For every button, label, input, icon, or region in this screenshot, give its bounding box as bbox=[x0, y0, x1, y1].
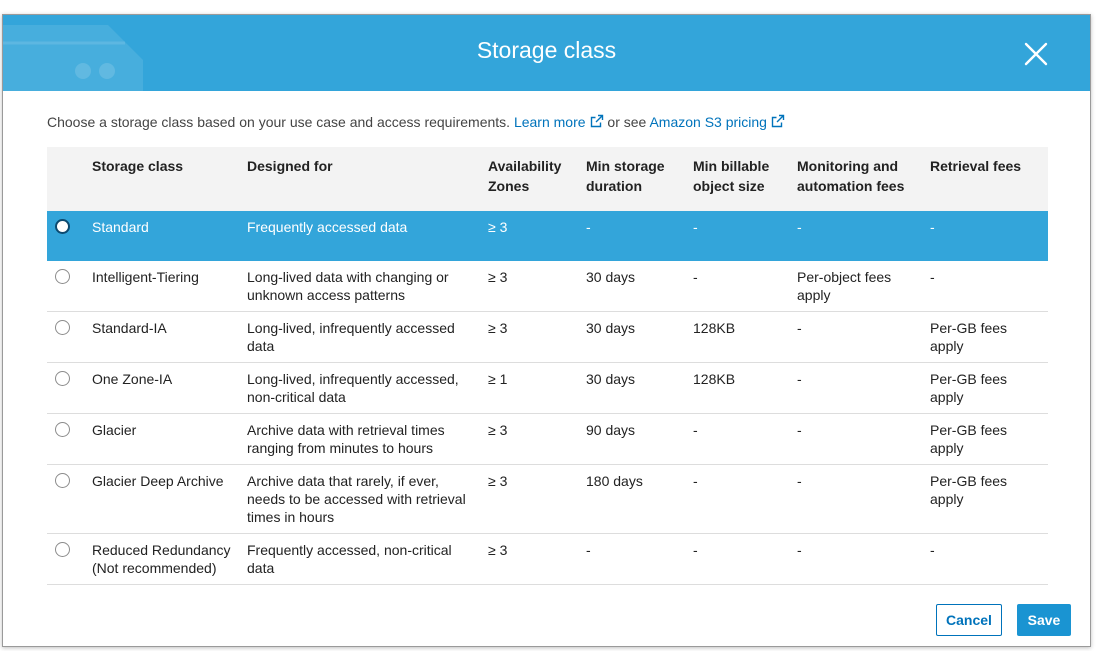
retrieval-fees-cell: Per-GB fees apply bbox=[926, 464, 1048, 534]
modal-header: Storage class bbox=[3, 15, 1090, 91]
table-row-one-zone-ia[interactable]: One Zone-IA Long-lived, infrequently acc… bbox=[47, 362, 1048, 414]
availability-zones-cell: ≥ 3 bbox=[484, 261, 582, 312]
table-header-row: Storage class Designed for Availability … bbox=[47, 147, 1048, 211]
retrieval-fees-cell: Per-GB fees apply bbox=[926, 362, 1048, 414]
storage-class-name: Intelligent-Tiering bbox=[88, 261, 243, 312]
min-size-cell: - bbox=[689, 533, 793, 585]
s3-pricing-link[interactable]: Amazon S3 pricing bbox=[649, 114, 785, 130]
radio-button-glacier-deep-archive[interactable] bbox=[55, 473, 70, 488]
storage-class-name: Standard-IA bbox=[88, 311, 243, 363]
storage-class-name: One Zone-IA bbox=[88, 362, 243, 414]
radio-button-intelligent-tiering[interactable] bbox=[55, 269, 70, 284]
retrieval-fees-cell: - bbox=[926, 261, 1048, 312]
storage-class-name: Glacier Deep Archive bbox=[88, 464, 243, 534]
storage-class-modal: Storage class Choose a storage class bas… bbox=[2, 14, 1091, 647]
monitoring-fees-cell: - bbox=[793, 413, 926, 465]
designed-for-cell: Long-lived, infrequently accessed, non-c… bbox=[243, 362, 484, 414]
designed-for-cell: Frequently accessed data bbox=[243, 211, 484, 261]
retrieval-fees-cell: - bbox=[926, 533, 1048, 585]
column-header-min-storage-duration: Min storage duration bbox=[582, 147, 689, 211]
monitoring-fees-cell: - bbox=[793, 311, 926, 363]
min-size-cell: 128KB bbox=[689, 362, 793, 414]
min-duration-cell: 90 days bbox=[582, 413, 689, 465]
min-duration-cell: - bbox=[582, 211, 689, 261]
table-row-intelligent-tiering[interactable]: Intelligent-Tiering Long-lived data with… bbox=[47, 261, 1048, 312]
modal-title: Storage class bbox=[476, 37, 617, 63]
availability-zones-cell: ≥ 1 bbox=[484, 362, 582, 414]
table-row-reduced-redundancy[interactable]: Reduced Redundancy (Not recommended) Fre… bbox=[47, 533, 1048, 585]
s3-pricing-label: Amazon S3 pricing bbox=[649, 114, 767, 130]
min-size-cell: - bbox=[689, 413, 793, 465]
monitoring-fees-cell: - bbox=[793, 211, 926, 261]
radio-cell bbox=[47, 211, 88, 261]
designed-for-cell: Archive data that rarely, if ever, needs… bbox=[243, 464, 484, 534]
storage-class-name: Glacier bbox=[88, 413, 243, 465]
designed-for-cell: Archive data with retrieval times rangin… bbox=[243, 413, 484, 465]
table-row-standard[interactable]: Standard Frequently accessed data ≥ 3 - … bbox=[47, 211, 1048, 261]
min-size-cell: 128KB bbox=[689, 311, 793, 363]
external-link-icon bbox=[590, 114, 603, 128]
min-size-cell: - bbox=[689, 261, 793, 312]
external-link-icon bbox=[771, 114, 785, 128]
availability-zones-cell: ≥ 3 bbox=[484, 211, 582, 261]
availability-zones-cell: ≥ 3 bbox=[484, 413, 582, 465]
radio-button-glacier[interactable] bbox=[55, 422, 70, 437]
intro-text: Choose a storage class based on your use… bbox=[47, 114, 511, 130]
retrieval-fees-cell: Per-GB fees apply bbox=[926, 413, 1048, 465]
radio-cell bbox=[47, 311, 88, 363]
min-duration-cell: 30 days bbox=[582, 362, 689, 414]
or-see-text: or see bbox=[607, 114, 647, 130]
monitoring-fees-cell: - bbox=[793, 464, 926, 534]
table-row-standard-ia[interactable]: Standard-IA Long-lived, infrequently acc… bbox=[47, 311, 1048, 363]
radio-button-one-zone-ia[interactable] bbox=[55, 371, 70, 386]
monitoring-fees-cell: Per-object fees apply bbox=[793, 261, 926, 312]
designed-for-cell: Long-lived data with changing or unknown… bbox=[243, 261, 484, 312]
close-icon[interactable] bbox=[1022, 40, 1050, 68]
radio-button-standard[interactable] bbox=[55, 219, 70, 234]
min-duration-cell: 180 days bbox=[582, 464, 689, 534]
designed-for-cell: Frequently accessed, non-critical data bbox=[243, 533, 484, 585]
storage-class-name: Reduced Redundancy (Not recommended) bbox=[88, 533, 243, 585]
min-duration-cell: 30 days bbox=[582, 311, 689, 363]
cancel-button[interactable]: Cancel bbox=[936, 604, 1002, 636]
intro-line: Choose a storage class based on your use… bbox=[47, 114, 785, 130]
radio-cell bbox=[47, 413, 88, 465]
column-header-retrieval-fees: Retrieval fees bbox=[926, 147, 1048, 211]
availability-zones-cell: ≥ 3 bbox=[484, 311, 582, 363]
radio-cell bbox=[47, 261, 88, 312]
column-header-storage-class: Storage class bbox=[88, 147, 243, 211]
monitoring-fees-cell: - bbox=[793, 362, 926, 414]
select-column-header bbox=[47, 147, 88, 211]
save-button[interactable]: Save bbox=[1017, 604, 1071, 636]
learn-more-link[interactable]: Learn more bbox=[514, 114, 604, 130]
learn-more-label: Learn more bbox=[513, 114, 586, 130]
radio-cell bbox=[47, 362, 88, 414]
retrieval-fees-cell: Per-GB fees apply bbox=[926, 311, 1048, 363]
monitoring-fees-cell: - bbox=[793, 533, 926, 585]
min-duration-cell: - bbox=[582, 533, 689, 585]
table-row-glacier-deep-archive[interactable]: Glacier Deep Archive Archive data that r… bbox=[47, 464, 1048, 534]
storage-class-name: Standard bbox=[88, 211, 243, 261]
radio-button-reduced-redundancy[interactable] bbox=[55, 542, 70, 557]
radio-button-standard-ia[interactable] bbox=[55, 320, 70, 335]
min-duration-cell: 30 days bbox=[582, 261, 689, 312]
column-header-monitoring-fees: Monitoring and automation fees bbox=[793, 147, 926, 211]
column-header-designed-for: Designed for bbox=[243, 147, 484, 211]
min-size-cell: - bbox=[689, 211, 793, 261]
min-size-cell: - bbox=[689, 464, 793, 534]
designed-for-cell: Long-lived, infrequently accessed data bbox=[243, 311, 484, 363]
table-row-glacier[interactable]: Glacier Archive data with retrieval time… bbox=[47, 413, 1048, 465]
radio-cell bbox=[47, 533, 88, 585]
column-header-min-billable-size: Min billable object size bbox=[689, 147, 793, 211]
availability-zones-cell: ≥ 3 bbox=[484, 533, 582, 585]
column-header-availability-zones: Availability Zones bbox=[484, 147, 582, 211]
storage-class-table: Storage class Designed for Availability … bbox=[47, 147, 1048, 585]
availability-zones-cell: ≥ 3 bbox=[484, 464, 582, 534]
radio-cell bbox=[47, 464, 88, 534]
retrieval-fees-cell: - bbox=[926, 211, 1048, 261]
